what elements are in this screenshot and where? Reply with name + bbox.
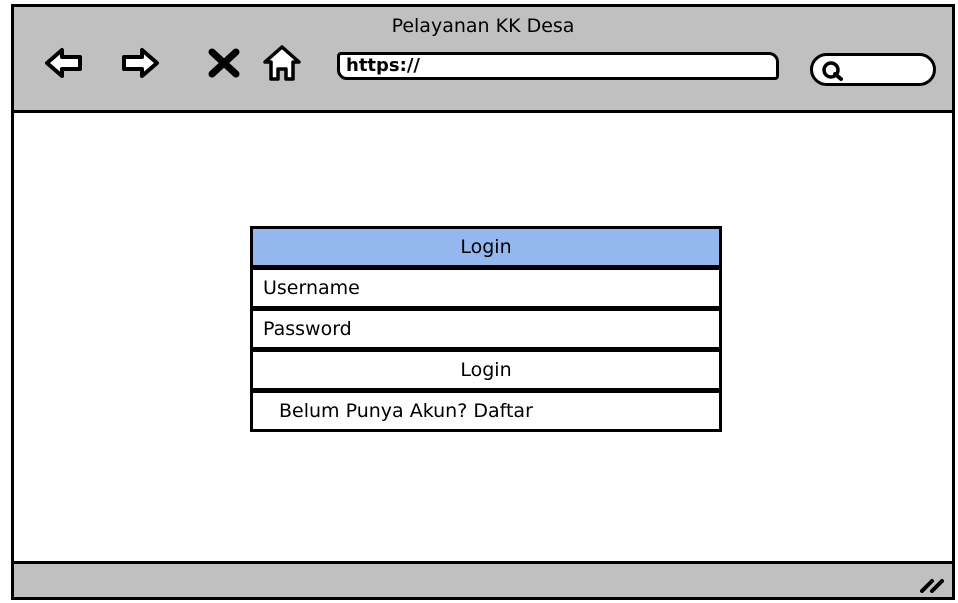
status-bar	[14, 561, 952, 597]
register-link[interactable]: Belum Punya Akun? Daftar	[250, 390, 722, 432]
username-field[interactable]: Username	[250, 267, 722, 309]
browser-toolbar: Pelayanan KK Desa https://	[14, 7, 952, 113]
forward-button[interactable]	[120, 43, 160, 83]
search-icon	[822, 61, 843, 81]
url-input[interactable]: https://	[337, 52, 779, 80]
resize-handle-icon[interactable]	[918, 571, 946, 593]
window-title: Pelayanan KK Desa	[391, 15, 575, 37]
password-field[interactable]: Password	[250, 308, 722, 350]
forward-arrow-icon	[122, 48, 159, 78]
page-content: Login Username Password Login Belum Puny…	[14, 113, 952, 564]
login-header: Login	[250, 226, 722, 268]
login-form: Login Username Password Login Belum Puny…	[250, 226, 722, 432]
home-icon	[263, 45, 301, 81]
browser-window: Pelayanan KK Desa https:// Login Usernam…	[11, 4, 955, 600]
login-button[interactable]: Login	[250, 349, 722, 391]
search-input[interactable]	[810, 53, 936, 86]
home-button[interactable]	[262, 43, 302, 83]
stop-button[interactable]	[204, 43, 244, 83]
back-button[interactable]	[44, 43, 84, 83]
back-arrow-icon	[45, 48, 82, 78]
close-icon	[208, 48, 240, 78]
